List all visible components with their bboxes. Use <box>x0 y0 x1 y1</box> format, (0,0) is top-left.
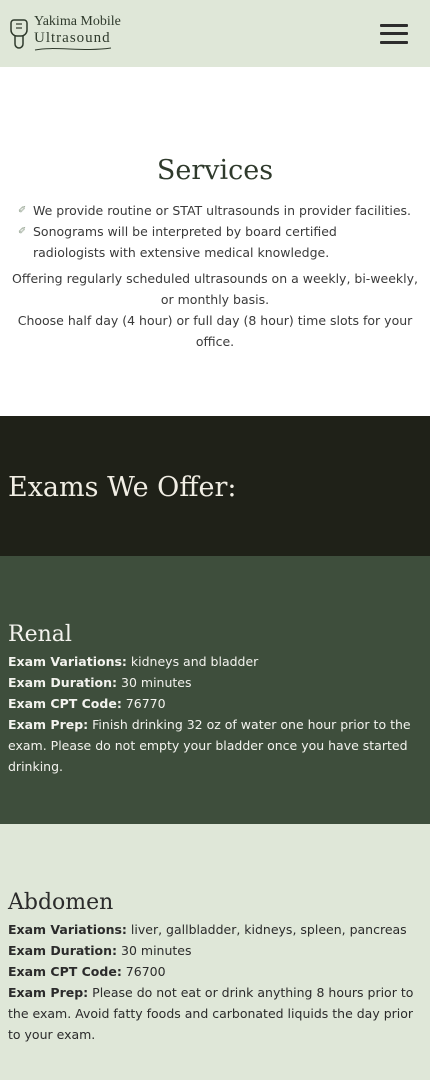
field-label: Exam CPT Code: <box>8 964 122 979</box>
field-label: Exam Duration: <box>8 943 118 958</box>
field-value: 76770 <box>125 696 166 711</box>
hamburger-menu-icon[interactable] <box>380 23 408 44</box>
exam-prep: Exam Prep: Please do not eat or drink an… <box>8 982 422 1045</box>
field-label: Exam Variations: <box>8 654 127 669</box>
logo-wordmark: Yakima Mobile Ultrasound <box>34 13 121 53</box>
field-label: Exam Variations: <box>8 922 127 937</box>
services-title: Services <box>156 155 274 186</box>
menu-bar <box>380 40 408 44</box>
services-paragraph-slots: Choose half day (4 hour) or full day (8 … <box>17 313 413 349</box>
exams-banner: Exams We Offer: <box>0 416 430 556</box>
exam-variations: Exam Variations: kidneys and bladder <box>8 651 422 672</box>
list-item: ✐ Sonograms will be interpreted by board… <box>18 221 412 263</box>
pencil-icon: ✐ <box>18 226 27 237</box>
exam-title: Renal <box>8 622 72 647</box>
field-label: Exam Prep: <box>8 985 89 1000</box>
field-label: Exam CPT Code: <box>8 696 122 711</box>
exam-card-abdomen: Abdomen Exam Variations: liver, gallblad… <box>0 824 430 1080</box>
field-label: Exam Prep: <box>8 717 89 732</box>
services-bullet-text: We provide routine or STAT ultrasounds i… <box>33 203 411 218</box>
exam-cpt-code: Exam CPT Code: 76700 <box>8 961 422 982</box>
exam-title: Abdomen <box>8 890 114 915</box>
exam-duration: Exam Duration: 30 minutes <box>8 672 422 693</box>
menu-bar <box>380 23 408 27</box>
services-section: Services ✐ We provide routine or STAT ul… <box>0 67 430 416</box>
exams-banner-title: Exams We Offer: <box>8 471 237 503</box>
menu-bar <box>380 32 408 35</box>
field-value: 30 minutes <box>121 675 192 690</box>
ultrasound-probe-icon <box>10 18 28 49</box>
site-header: Yakima Mobile Ultrasound <box>0 0 430 67</box>
exam-duration: Exam Duration: 30 minutes <box>8 940 422 961</box>
logo-line-2: Ultrasound <box>34 29 111 46</box>
exam-cpt-code: Exam CPT Code: 76770 <box>8 693 422 714</box>
logo-swoosh-icon <box>34 47 112 50</box>
list-item: ✐ We provide routine or STAT ultrasounds… <box>18 200 412 221</box>
services-paragraph-schedule: Offering regularly scheduled ultrasounds… <box>12 271 418 307</box>
field-value: liver, gallbladder, kidneys, spleen, pan… <box>130 922 407 937</box>
field-value: kidneys and bladder <box>130 654 259 669</box>
exam-variations: Exam Variations: liver, gallbladder, kid… <box>8 919 422 940</box>
site-logo[interactable]: Yakima Mobile Ultrasound <box>8 13 121 53</box>
logo-line-1: Yakima Mobile <box>34 13 121 29</box>
services-list: ✐ We provide routine or STAT ultrasounds… <box>0 200 430 263</box>
services-bullet-text: Sonograms will be interpreted by board c… <box>33 224 337 260</box>
exam-prep: Exam Prep: Finish drinking 32 oz of wate… <box>8 714 422 777</box>
pencil-icon: ✐ <box>18 205 27 216</box>
field-value: 76700 <box>125 964 166 979</box>
field-value: 30 minutes <box>121 943 192 958</box>
field-label: Exam Duration: <box>8 675 118 690</box>
exam-card-renal: Renal Exam Variations: kidneys and bladd… <box>0 556 430 824</box>
